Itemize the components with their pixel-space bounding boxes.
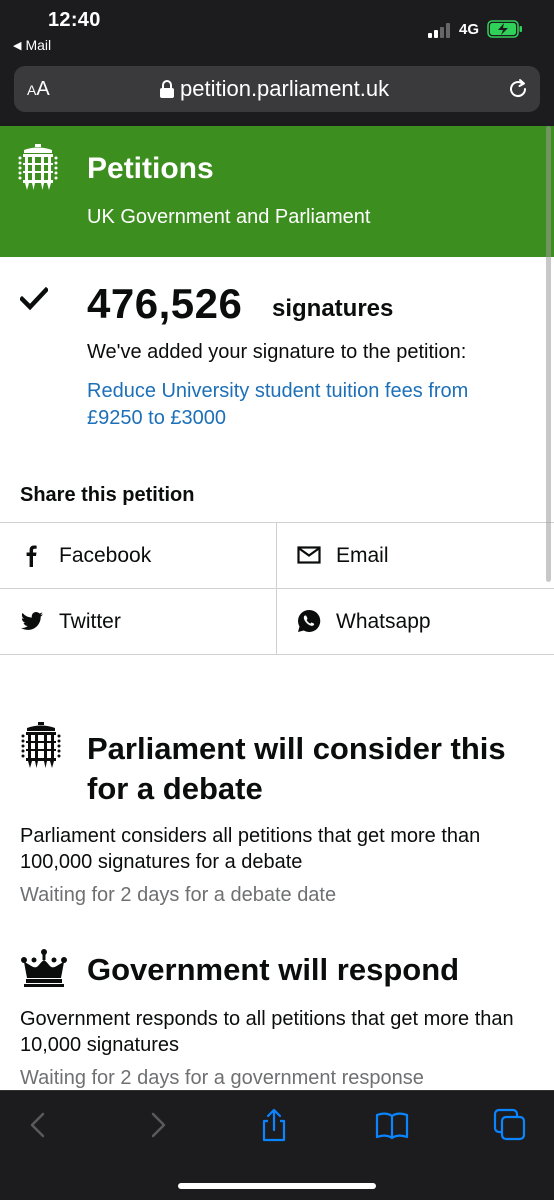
share-facebook-button[interactable]: Facebook bbox=[0, 523, 277, 589]
email-icon bbox=[297, 546, 321, 564]
address-bar[interactable]: AA petition.parliament.uk bbox=[14, 66, 540, 112]
share-twitter-button[interactable]: Twitter bbox=[0, 589, 277, 655]
url-text: petition.parliament.uk bbox=[180, 76, 390, 101]
network-type: 4G bbox=[459, 21, 480, 38]
browser-top-bar: 12:40 ◀ Mail 4G AA petition.parliament.u… bbox=[0, 0, 554, 126]
reload-icon[interactable] bbox=[506, 77, 530, 101]
signature-count-label: signatures bbox=[272, 295, 394, 322]
response-status: Waiting for 2 days for a government resp… bbox=[20, 1067, 424, 1089]
battery-charging-icon bbox=[487, 20, 522, 38]
signature-count: 476,526 bbox=[87, 280, 243, 327]
confirmation-message: We've added your signature to the petiti… bbox=[87, 341, 467, 363]
site-header: Petitions UK Government and Parliament bbox=[0, 126, 554, 257]
checkmark-icon bbox=[20, 287, 48, 311]
text-size-button[interactable]: AA bbox=[27, 78, 50, 101]
back-triangle-icon: ◀ bbox=[13, 39, 22, 52]
debate-description: Parliament considers all petitions that … bbox=[20, 825, 481, 873]
site-subtitle: UK Government and Parliament bbox=[87, 206, 371, 228]
share-option-label: Whatsapp bbox=[336, 610, 431, 633]
response-description: Government responds to all petitions tha… bbox=[20, 1008, 514, 1056]
bookmarks-icon[interactable] bbox=[374, 1107, 410, 1143]
petition-title-link[interactable]: Reduce University student tuition fees f… bbox=[87, 378, 527, 432]
share-options: Facebook Email Twitter Whatsapp bbox=[0, 522, 554, 655]
portcullis-logo-icon[interactable] bbox=[18, 144, 58, 192]
debate-heading: Parliament will consider this for a deba… bbox=[87, 731, 506, 806]
home-indicator[interactable] bbox=[178, 1183, 376, 1189]
share-heading: Share this petition bbox=[20, 484, 195, 506]
cellular-signal-icon bbox=[428, 23, 450, 38]
page-scrollbar[interactable] bbox=[546, 126, 551, 582]
twitter-icon bbox=[21, 612, 43, 630]
response-heading: Government will respond bbox=[87, 952, 460, 987]
forward-icon[interactable] bbox=[140, 1107, 176, 1143]
site-title[interactable]: Petitions bbox=[87, 152, 214, 186]
share-option-label: Email bbox=[336, 544, 389, 567]
share-email-button[interactable]: Email bbox=[277, 523, 554, 589]
browser-toolbar bbox=[0, 1090, 554, 1200]
status-time: 12:40 bbox=[48, 9, 101, 31]
crown-icon bbox=[21, 949, 67, 987]
lock-icon bbox=[160, 80, 174, 98]
share-option-label: Facebook bbox=[59, 544, 152, 567]
facebook-icon bbox=[26, 545, 37, 567]
portcullis-icon bbox=[21, 722, 61, 768]
share-option-label: Twitter bbox=[59, 610, 121, 633]
tabs-icon[interactable] bbox=[492, 1107, 528, 1143]
share-icon[interactable] bbox=[256, 1107, 292, 1143]
whatsapp-icon bbox=[298, 609, 321, 632]
share-whatsapp-button[interactable]: Whatsapp bbox=[277, 589, 554, 655]
web-page: Petitions UK Government and Parliament 4… bbox=[0, 126, 554, 1090]
back-app-label: Mail bbox=[25, 37, 52, 53]
debate-status: Waiting for 2 days for a debate date bbox=[20, 884, 337, 906]
back-icon[interactable] bbox=[20, 1107, 56, 1143]
back-to-mail-link[interactable]: ◀ Mail bbox=[13, 37, 51, 53]
